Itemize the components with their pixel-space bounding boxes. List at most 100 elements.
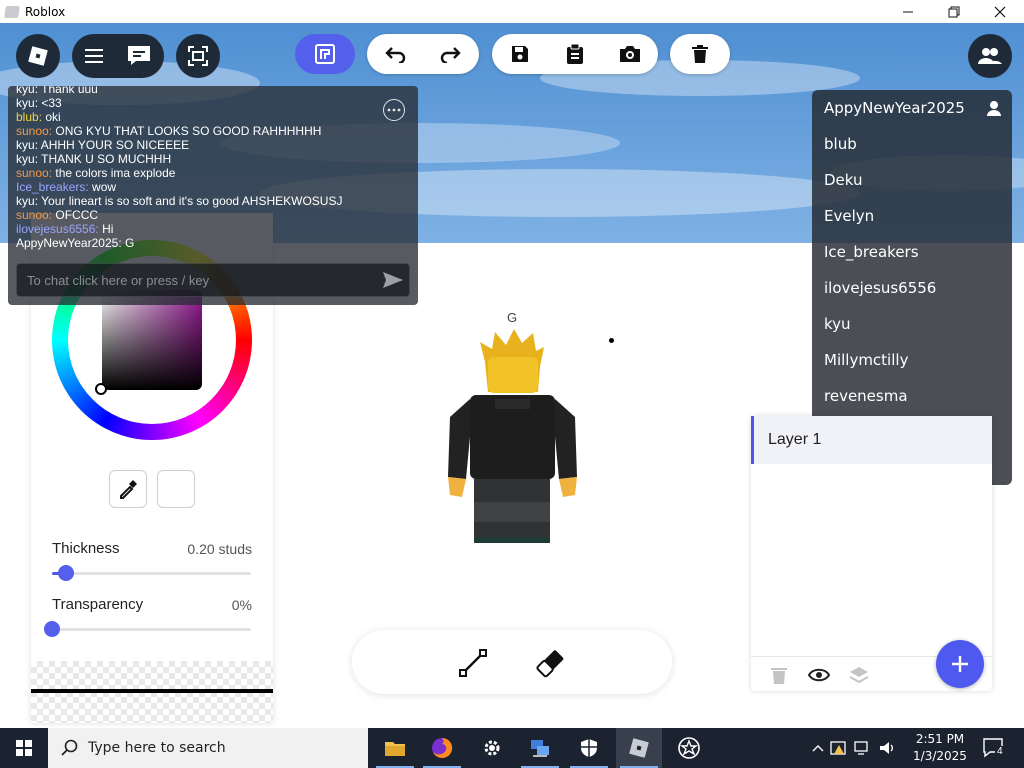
line-tool-button[interactable] bbox=[458, 648, 488, 678]
chat-text: <33 bbox=[41, 96, 62, 110]
eyedropper-button[interactable] bbox=[109, 470, 147, 508]
select-tool-button[interactable] bbox=[295, 34, 355, 74]
selfview-button[interactable] bbox=[176, 34, 220, 78]
players-button[interactable] bbox=[968, 34, 1012, 78]
thickness-slider-knob[interactable] bbox=[57, 565, 74, 581]
clock-time: 2:51 PM bbox=[915, 732, 965, 746]
player-list-local-player[interactable]: AppyNewYear2025 bbox=[812, 90, 1012, 126]
menu-button[interactable] bbox=[82, 44, 106, 68]
roblox-app-icon bbox=[4, 5, 20, 18]
taskbar-settings[interactable] bbox=[469, 728, 515, 768]
network-icon[interactable] bbox=[854, 740, 872, 756]
taskbar-file-explorer[interactable] bbox=[372, 728, 418, 768]
delete-layer-button[interactable] bbox=[771, 666, 787, 689]
close-button[interactable] bbox=[977, 0, 1023, 23]
chat-text: OFCCC bbox=[55, 208, 99, 222]
roblox-icon bbox=[629, 738, 649, 758]
color-picker-handle[interactable] bbox=[95, 383, 107, 395]
chat-username[interactable]: sunoo bbox=[16, 124, 49, 138]
chat-username[interactable]: kyu bbox=[16, 86, 35, 96]
transparency-slider[interactable] bbox=[44, 621, 251, 637]
player-list-item[interactable]: Ice_breakers bbox=[812, 234, 1012, 270]
thickness-label: Thickness bbox=[52, 540, 120, 557]
send-button[interactable] bbox=[381, 270, 405, 290]
taskbar-search[interactable]: Type here to search bbox=[48, 728, 368, 768]
minimize-button[interactable] bbox=[885, 0, 931, 23]
layer-name: Layer 1 bbox=[768, 431, 822, 448]
current-color-swatch[interactable] bbox=[157, 470, 195, 508]
taskbar-roblox[interactable] bbox=[616, 728, 662, 768]
roblox-menu-button[interactable] bbox=[16, 34, 60, 78]
chat-username[interactable]: kyu bbox=[16, 138, 35, 152]
window-title: Roblox bbox=[25, 4, 66, 19]
player-list-item[interactable]: ilovejesus6556 bbox=[812, 270, 1012, 306]
chat-toggle-button[interactable] bbox=[124, 42, 154, 70]
windows-logo-icon bbox=[16, 740, 32, 756]
volume-icon[interactable] bbox=[878, 740, 896, 756]
taskbar-security[interactable] bbox=[566, 728, 612, 768]
add-layer-button[interactable] bbox=[936, 640, 984, 688]
chat-message: kyu: Thank uuu bbox=[16, 86, 396, 96]
player-list-item[interactable]: Evelyn bbox=[812, 198, 1012, 234]
start-button[interactable] bbox=[0, 728, 48, 768]
player-list-item[interactable]: kyu bbox=[812, 306, 1012, 342]
game-viewport[interactable]: Thickness 0.20 studs Transparency 0% kyu… bbox=[0, 23, 1024, 728]
cursor-dot bbox=[609, 338, 614, 343]
chat-username[interactable]: kyu bbox=[16, 194, 35, 208]
line-tool-icon bbox=[459, 649, 487, 677]
chat-message: kyu: THANK U SO MUCHHH bbox=[16, 152, 172, 166]
player-list-item[interactable]: Deku bbox=[812, 162, 1012, 198]
chat-username[interactable]: blub bbox=[16, 110, 39, 124]
chat-more-button[interactable] bbox=[383, 99, 405, 121]
player-list-item[interactable]: blub bbox=[812, 126, 1012, 162]
layer-item[interactable]: Layer 1 bbox=[751, 416, 992, 464]
notification-center-button[interactable]: 4 bbox=[982, 736, 1006, 760]
chat-username[interactable]: sunoo bbox=[16, 166, 49, 180]
chat-message: Ice_breakers: wow bbox=[16, 180, 117, 194]
camera-button[interactable] bbox=[613, 37, 647, 71]
hamburger-icon bbox=[85, 49, 103, 63]
chat-message: kyu: <33 bbox=[16, 96, 62, 110]
eraser-tool-button[interactable] bbox=[534, 648, 566, 678]
layers-stack-icon bbox=[849, 667, 869, 684]
chat-username[interactable]: kyu bbox=[16, 96, 35, 110]
save-button[interactable] bbox=[503, 37, 537, 71]
chat-message: AppyNewYear2025: G bbox=[16, 236, 135, 250]
player-name: blub bbox=[824, 135, 857, 153]
chat-input[interactable] bbox=[27, 264, 367, 296]
delete-group bbox=[670, 34, 730, 74]
trash-icon bbox=[771, 668, 787, 684]
layer-options-button[interactable] bbox=[849, 666, 869, 689]
taskbar-firefox[interactable] bbox=[419, 728, 465, 768]
chat-username[interactable]: ilovejesus6556 bbox=[16, 222, 95, 236]
chevron-up-icon[interactable] bbox=[812, 744, 824, 752]
toggle-visibility-button[interactable] bbox=[807, 668, 831, 687]
more-options-icon bbox=[387, 108, 401, 112]
chat-username[interactable]: kyu bbox=[16, 152, 35, 166]
undo-button[interactable] bbox=[378, 37, 412, 71]
player-list-item[interactable]: Millymctilly bbox=[812, 342, 1012, 378]
transparency-slider-knob[interactable] bbox=[44, 621, 60, 637]
warning-icon[interactable] bbox=[830, 740, 848, 756]
clear-canvas-button[interactable] bbox=[683, 37, 717, 71]
saturation-value-picker[interactable] bbox=[102, 290, 202, 390]
chat-username[interactable]: AppyNewYear2025 bbox=[16, 236, 118, 250]
player-list-item[interactable]: revenesma bbox=[812, 378, 1012, 414]
user-icon bbox=[987, 101, 1001, 116]
screenshot-frame-icon bbox=[188, 46, 208, 66]
system-clock[interactable]: 2:51 PM 1/3/2025 bbox=[905, 731, 975, 765]
chat-input-box bbox=[16, 263, 410, 297]
chat-username[interactable]: Ice_breakers bbox=[16, 180, 85, 194]
thickness-slider[interactable] bbox=[52, 565, 251, 581]
chat-username[interactable]: sunoo bbox=[16, 208, 49, 222]
player-avatar[interactable] bbox=[440, 327, 585, 547]
chat-text: wow bbox=[92, 180, 117, 194]
taskbar-network-app[interactable] bbox=[517, 728, 563, 768]
chat-bubble-icon bbox=[128, 46, 150, 65]
redo-button[interactable] bbox=[434, 37, 468, 71]
taskbar-star-app[interactable] bbox=[666, 728, 712, 768]
restore-button[interactable] bbox=[931, 0, 977, 23]
chat-message: sunoo: OFCCC bbox=[16, 208, 99, 222]
file-actions-group bbox=[492, 34, 658, 74]
clipboard-button[interactable] bbox=[558, 37, 592, 71]
